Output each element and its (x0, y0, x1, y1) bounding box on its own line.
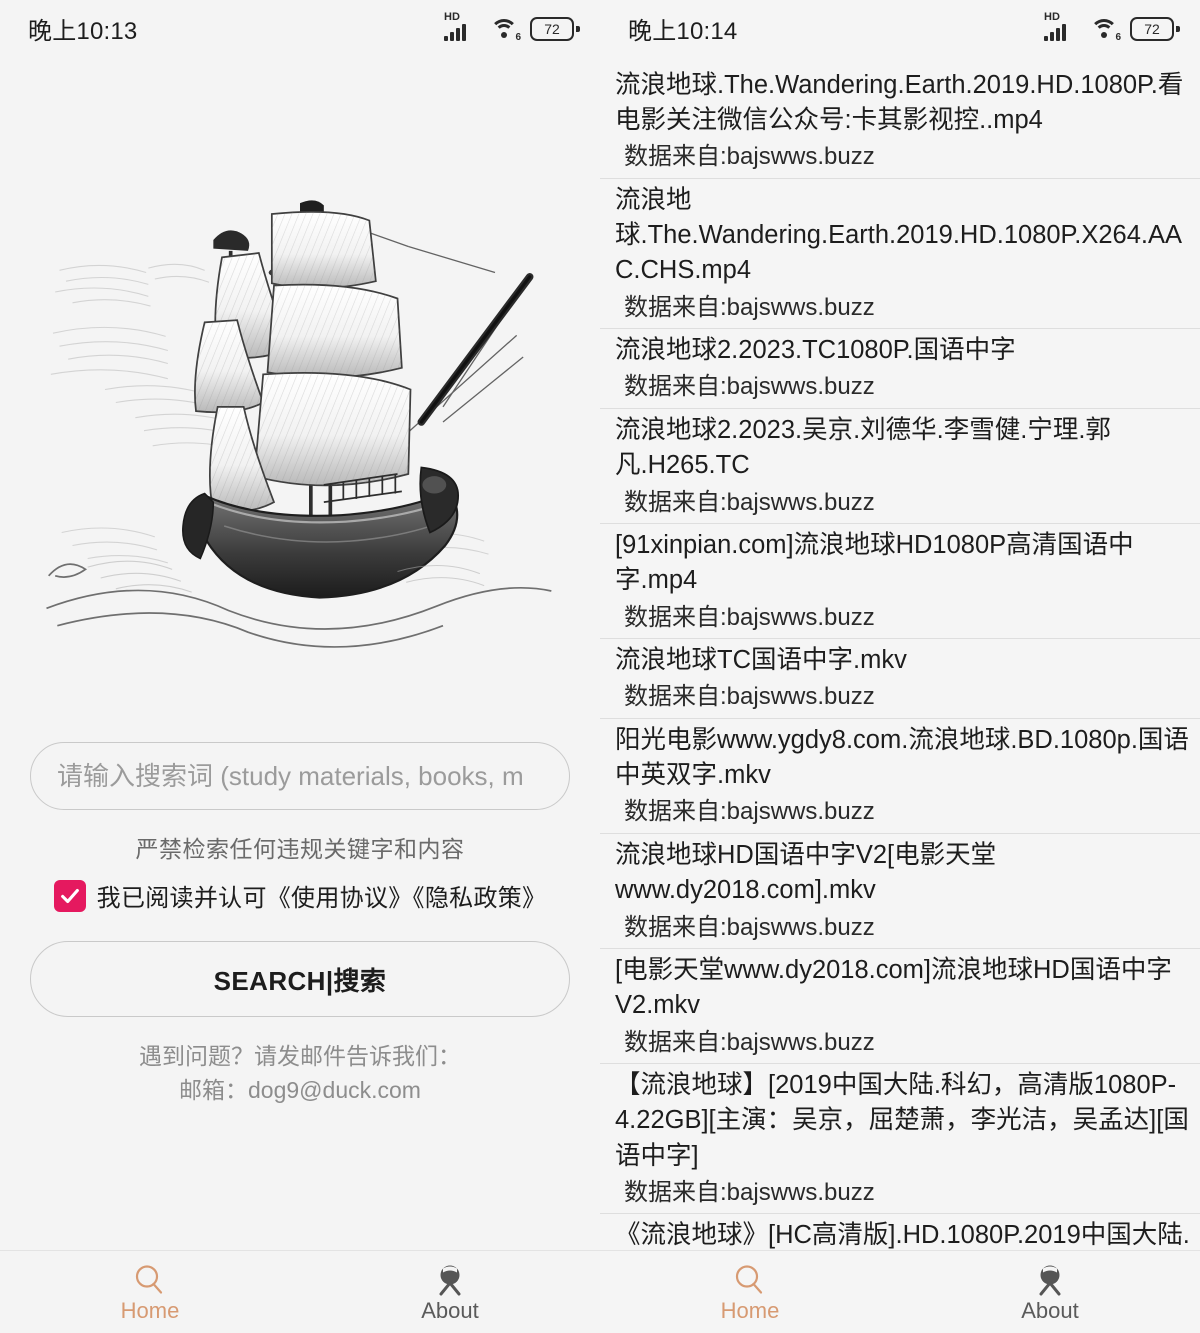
result-item[interactable]: 流浪地球TC国语中字.mkv 数据来自:bajswws.buzz (600, 638, 1200, 718)
search-input-container[interactable] (30, 742, 570, 810)
nav-item-about[interactable]: About (900, 1251, 1200, 1333)
status-icon-group: HD 6 72 (1044, 11, 1180, 43)
result-source: 数据来自:bajswws.buzz (624, 488, 875, 516)
result-source: 数据来自:bajswws.buzz (624, 603, 875, 631)
nav-item-home[interactable]: Home (600, 1251, 900, 1333)
battery-icon: 72 (1130, 17, 1180, 41)
result-item[interactable]: 流浪地球2.2023.TC1080P.国语中字数据来自:bajswws.buzz (600, 328, 1200, 408)
result-item[interactable]: 流浪地球2.2023.吴京.刘德华.李雪健.宁理.郭凡.H265.TC 数据来自:… (600, 408, 1200, 523)
result-source: 数据来自:bajswws.buzz (624, 913, 875, 941)
nav-label-about: About (1021, 1298, 1079, 1323)
search-warning-text: 严禁检索任何违规关键字和内容 (135, 836, 465, 862)
battery-level: 72 (544, 21, 560, 37)
result-source: 数据来自:bajswws.buzz (624, 1178, 875, 1206)
check-icon (60, 888, 79, 903)
contact-info: 遇到问题？请发邮件告诉我们： 邮箱：dog9@duck.com (139, 1041, 461, 1106)
result-source: 数据来自:bajswws.buzz (624, 1028, 875, 1056)
result-title: 流浪地球.The.Wandering.Earth.2019.HD.1080P.X… (615, 186, 1183, 285)
status-time: 晚上10:13 (28, 17, 138, 45)
result-source: 数据来自:bajswws.buzz (624, 373, 875, 401)
result-title: 流浪地球2.2023.吴京.刘德华.李雪健.宁理.郭凡.H265.TC (615, 416, 1111, 480)
person-icon (439, 1265, 461, 1296)
wifi-icon: 6 (489, 17, 521, 43)
status-time: 晚上10:14 (628, 17, 738, 45)
contact-line-1: 遇到问题？请发邮件告诉我们： (139, 1043, 461, 1069)
agreement-label[interactable]: 我已阅读并认可《使用协议》《隐私政策》 (97, 878, 547, 913)
status-bar-right: 晚上10:14 HD 6 72 (600, 0, 1200, 56)
result-source: 数据来自:bajswws.buzz (624, 143, 875, 171)
nav-label-about: About (421, 1298, 479, 1323)
nav-label-home: Home (720, 1298, 780, 1323)
wifi-icon: 6 (1089, 17, 1121, 43)
result-item[interactable]: 《流浪地球》[HC高清版].HD.1080P.2019中国大陆.科幻[影片3.9… (600, 1213, 1200, 1250)
result-title: 流浪地球2.2023.TC1080P.国语中字 (615, 336, 1016, 365)
battery-level: 72 (1144, 21, 1160, 37)
agreement-checkbox[interactable] (53, 879, 86, 912)
search-input[interactable] (57, 760, 543, 792)
hd-label: HD (444, 11, 460, 23)
result-title: 【流浪地球】[2019中国大陆.科幻，高清版1080P-4.22GB][主演：吴… (615, 1071, 1189, 1170)
cellular-signal-icon: HD (1044, 11, 1078, 41)
result-title: [电影天堂www.dy2018.com]流浪地球HD国语中字V2.mkv (615, 956, 1172, 1020)
contact-line-2: 邮箱：dog9@duck.com (179, 1077, 421, 1104)
bottom-nav-right: Home About (600, 1250, 1200, 1333)
search-icon (135, 1265, 163, 1294)
search-results-list[interactable]: 流浪地球.The.Wandering.Earth.2019.HD.1080P.看… (600, 56, 1200, 1250)
result-item[interactable]: [电影天堂www.dy2018.com]流浪地球HD国语中字V2.mkv 数据来自… (600, 948, 1200, 1063)
dual-screenshot-composite: 晚上10:13 HD 6 72 请输入搜索词 (study materials,… (0, 0, 1200, 1333)
status-bar-left: 晚上10:13 HD 6 72 (0, 0, 600, 56)
left-phone-screen: 晚上10:13 HD 6 72 请输入搜索词 (study materials,… (0, 0, 600, 1333)
status-icon-group: HD 6 72 (444, 11, 580, 43)
nav-item-home[interactable]: Home (0, 1251, 300, 1333)
result-title: 流浪地球TC国语中字.mkv (615, 646, 907, 675)
result-source: 数据来自:bajswws.buzz (624, 293, 875, 321)
cellular-signal-icon: HD (444, 11, 478, 41)
battery-icon: 72 (530, 17, 580, 41)
nav-label-home: Home (120, 1298, 180, 1323)
signal-bars (444, 23, 466, 41)
agreement-row[interactable]: 我已阅读并认可《使用协议》《隐私政策》 (53, 878, 547, 913)
right-phone-screen: 晚上10:14 HD 6 72 流浪地球.The.Wandering.Earth… (600, 0, 1200, 1333)
wifi-generation-label: 6 (1115, 32, 1121, 43)
wifi-generation-label: 6 (515, 32, 521, 43)
result-item[interactable]: [91xinpian.com]流浪地球HD1080P高清国语中字.mp4 数据来自… (600, 523, 1200, 638)
result-title: 流浪地球HD国语中字V2[电影天堂www.dy2018.com].mkv (615, 841, 997, 905)
result-item[interactable]: 流浪地球HD国语中字V2[电影天堂www.dy2018.com].mkv 数据来自… (600, 833, 1200, 948)
result-source: 数据来自:bajswws.buzz (624, 683, 875, 711)
result-title: 《流浪地球》[HC高清版].HD.1080P.2019中国大陆.科幻[影片3.9… (615, 1221, 1190, 1250)
person-icon (1039, 1265, 1061, 1296)
result-item[interactable]: 【流浪地球】[2019中国大陆.科幻，高清版1080P-4.22GB][主演：吴… (600, 1063, 1200, 1213)
result-source: 数据来自:bajswws.buzz (624, 798, 875, 826)
result-item[interactable]: 流浪地球.The.Wandering.Earth.2019.HD.1080P.X… (600, 178, 1200, 328)
home-content: 严禁检索任何违规关键字和内容 我已阅读并认可《使用协议》《隐私政策》 SEARC… (0, 56, 600, 1250)
search-icon (735, 1265, 763, 1294)
nav-item-about[interactable]: About (300, 1251, 600, 1333)
bottom-nav-left: Home About (0, 1250, 600, 1333)
search-button[interactable]: SEARCH|搜索 (30, 941, 570, 1017)
hd-label: HD (1044, 11, 1060, 23)
result-item[interactable]: 流浪地球.The.Wandering.Earth.2019.HD.1080P.看… (600, 64, 1200, 178)
result-item[interactable]: 阳光电影www.ygdy8.com.流浪地球.BD.1080p.国语中英双字.m… (600, 718, 1200, 833)
result-title: 阳光电影www.ygdy8.com.流浪地球.BD.1080p.国语中英双字.m… (615, 726, 1189, 790)
sailing-ship-illustration (40, 172, 560, 672)
result-title: 流浪地球.The.Wandering.Earth.2019.HD.1080P.看… (615, 71, 1184, 135)
result-title: [91xinpian.com]流浪地球HD1080P高清国语中字.mp4 (615, 531, 1134, 595)
signal-bars (1044, 23, 1066, 41)
